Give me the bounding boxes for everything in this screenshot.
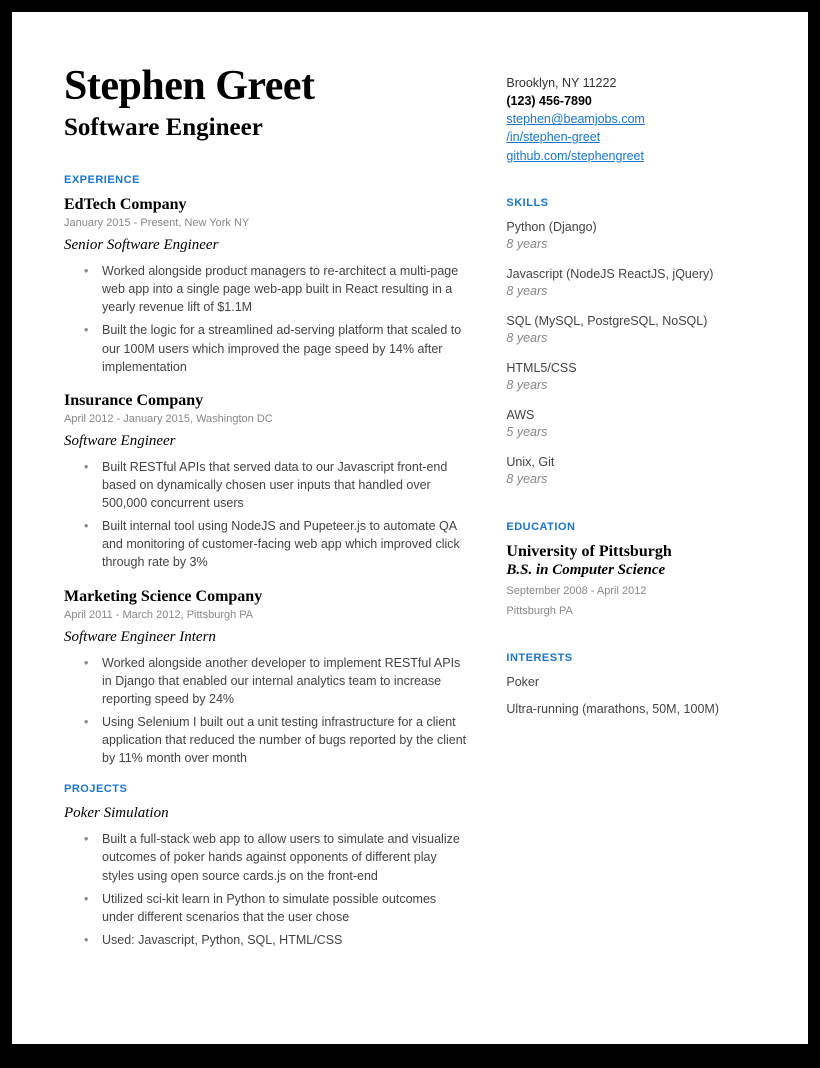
skill-item: HTML5/CSS 8 years: [506, 360, 766, 395]
job-block: Marketing Science Company April 2011 - M…: [64, 588, 466, 768]
interests-heading: INTERESTS: [506, 652, 766, 664]
education-location: Pittsburgh PA: [506, 603, 766, 620]
bullet-item: Built the logic for a streamlined ad-ser…: [88, 321, 466, 375]
skill-years: 8 years: [506, 377, 766, 395]
skill-name: Python (Django): [506, 219, 766, 237]
skill-name: Unix, Git: [506, 454, 766, 472]
skill-years: 8 years: [506, 471, 766, 489]
experience-heading: EXPERIENCE: [64, 174, 466, 186]
job-block: EdTech Company January 2015 - Present, N…: [64, 196, 466, 376]
job-role: Software Engineer: [64, 433, 466, 450]
company-name: Marketing Science Company: [64, 588, 466, 606]
skill-name: AWS: [506, 407, 766, 425]
skill-name: SQL (MySQL, PostgreSQL, NoSQL): [506, 313, 766, 331]
right-column: Brooklyn, NY 11222 (123) 456-7890 stephe…: [506, 64, 766, 1002]
education-heading: EDUCATION: [506, 521, 766, 533]
job-block: Insurance Company April 2012 - January 2…: [64, 392, 466, 572]
skill-item: SQL (MySQL, PostgreSQL, NoSQL) 8 years: [506, 313, 766, 348]
contact-email[interactable]: stephen@beamjobs.com: [506, 110, 766, 128]
bullet-item: Used: Javascript, Python, SQL, HTML/CSS: [88, 931, 466, 949]
job-meta: April 2012 - January 2015, Washington DC: [64, 413, 466, 425]
skill-years: 8 years: [506, 283, 766, 301]
job-meta: April 2011 - March 2012, Pittsburgh PA: [64, 609, 466, 621]
contact-phone: (123) 456-7890: [506, 92, 766, 110]
skills-heading: SKILLS: [506, 197, 766, 209]
contact-location: Brooklyn, NY 11222: [506, 74, 766, 92]
interest-item: Poker: [506, 674, 766, 691]
bullet-list: Worked alongside another developer to im…: [64, 654, 466, 768]
bullet-item: Built internal tool using NodeJS and Pup…: [88, 517, 466, 571]
job-role: Senior Software Engineer: [64, 237, 466, 254]
projects-heading: PROJECTS: [64, 783, 466, 795]
project-name: Poker Simulation: [64, 805, 466, 822]
education-dates: September 2008 - April 2012: [506, 583, 766, 600]
contact-github[interactable]: github.com/stephengreet: [506, 147, 766, 165]
skill-item: Javascript (NodeJS ReactJS, jQuery) 8 ye…: [506, 266, 766, 301]
contact-linkedin[interactable]: /in/stephen-greet: [506, 128, 766, 146]
skill-name: HTML5/CSS: [506, 360, 766, 378]
skill-name: Javascript (NodeJS ReactJS, jQuery): [506, 266, 766, 284]
bullet-list: Worked alongside product managers to re-…: [64, 262, 466, 376]
bullet-item: Built a full-stack web app to allow user…: [88, 830, 466, 884]
skill-years: 8 years: [506, 236, 766, 254]
job-meta: January 2015 - Present, New York NY: [64, 217, 466, 229]
company-name: EdTech Company: [64, 196, 466, 214]
job-role: Software Engineer Intern: [64, 629, 466, 646]
title-heading: Software Engineer: [64, 114, 466, 142]
left-column: Stephen Greet Software Engineer EXPERIEN…: [64, 64, 466, 1002]
skill-years: 5 years: [506, 424, 766, 442]
education-degree: B.S. in Computer Science: [506, 562, 766, 579]
bullet-list: Built RESTful APIs that served data to o…: [64, 458, 466, 572]
bullet-item: Utilized sci-kit learn in Python to simu…: [88, 890, 466, 926]
interest-item: Ultra-running (marathons, 50M, 100M): [506, 701, 766, 718]
skill-years: 8 years: [506, 330, 766, 348]
resume-page: Stephen Greet Software Engineer EXPERIEN…: [12, 12, 808, 1044]
skill-item: Python (Django) 8 years: [506, 219, 766, 254]
bullet-item: Worked alongside another developer to im…: [88, 654, 466, 708]
skill-item: AWS 5 years: [506, 407, 766, 442]
name-heading: Stephen Greet: [64, 64, 466, 108]
bullet-item: Built RESTful APIs that served data to o…: [88, 458, 466, 512]
skill-item: Unix, Git 8 years: [506, 454, 766, 489]
bullet-item: Using Selenium I built out a unit testin…: [88, 713, 466, 767]
bullet-list: Built a full-stack web app to allow user…: [64, 830, 466, 949]
bullet-item: Worked alongside product managers to re-…: [88, 262, 466, 316]
company-name: Insurance Company: [64, 392, 466, 410]
education-school: University of Pittsburgh: [506, 543, 766, 561]
